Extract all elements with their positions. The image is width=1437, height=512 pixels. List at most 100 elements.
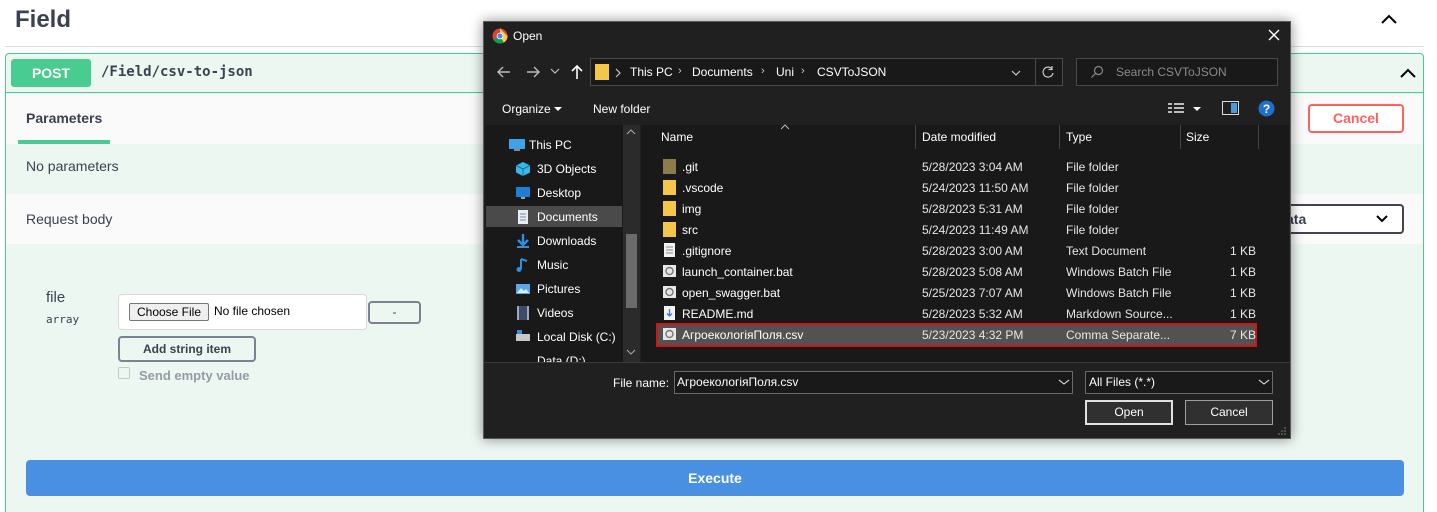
- music-icon: [516, 258, 528, 272]
- tree-item-3d-objects[interactable]: 3D Objects: [537, 162, 596, 176]
- batch-file-icon: [663, 265, 676, 277]
- file-date: 5/25/2023 7:07 AM: [922, 286, 1023, 300]
- tree-scroll-thumb[interactable]: [626, 234, 637, 308]
- chevron-up-icon[interactable]: [1378, 8, 1400, 30]
- file-date: 5/28/2023 5:32 AM: [922, 307, 1023, 321]
- choose-file-button[interactable]: Choose File: [129, 303, 209, 321]
- file-name[interactable]: README.md: [682, 307, 753, 321]
- file-name[interactable]: .git: [682, 160, 698, 174]
- tree-item-desktop[interactable]: Desktop: [537, 186, 581, 200]
- tree-item-music[interactable]: Music: [537, 258, 568, 272]
- file-size: 1 KB: [1230, 286, 1257, 300]
- scroll-down-icon[interactable]: [626, 348, 636, 356]
- chevron-up-icon[interactable]: [1397, 62, 1419, 84]
- desktop-icon: [516, 187, 530, 199]
- close-icon[interactable]: [1266, 27, 1282, 43]
- svg-text:?: ?: [1263, 102, 1270, 116]
- folder-icon: [595, 64, 609, 80]
- tree-item-this-pc[interactable]: This PC: [529, 138, 572, 152]
- section-title[interactable]: Field: [15, 6, 71, 34]
- chevron-down-icon[interactable]: [1258, 378, 1270, 386]
- file-type: Windows Batch File: [1066, 265, 1172, 279]
- help-icon[interactable]: ?: [1258, 100, 1275, 117]
- up-arrow-icon[interactable]: [568, 63, 586, 81]
- tree-item-videos[interactable]: Videos: [537, 306, 573, 320]
- forward-arrow-icon[interactable]: [524, 63, 542, 81]
- tab-underline: [18, 140, 110, 144]
- column-divider[interactable]: [1258, 125, 1259, 149]
- column-header-type[interactable]: Type: [1066, 130, 1092, 144]
- tree-item-local-disk[interactable]: Local Disk (C:): [537, 330, 616, 344]
- download-icon: [517, 234, 529, 248]
- file-name[interactable]: .vscode: [682, 181, 723, 195]
- picture-icon: [516, 284, 530, 294]
- file-date: 5/24/2023 11:50 AM: [922, 181, 1029, 195]
- recent-dropdown-icon[interactable]: [549, 66, 561, 76]
- preview-pane-icon[interactable]: [1222, 101, 1239, 115]
- file-name[interactable]: launch_container.bat: [682, 265, 793, 279]
- resize-grip-icon[interactable]: [1277, 426, 1287, 436]
- file-name[interactable]: .gitignore: [682, 244, 731, 258]
- scroll-up-icon[interactable]: [626, 128, 636, 136]
- batch-file-icon: [663, 286, 676, 298]
- param-type: array: [46, 313, 80, 326]
- file-date: 5/28/2023 3:00 AM: [922, 244, 1023, 258]
- column-header-date[interactable]: Date modified: [922, 130, 996, 144]
- tab-parameters[interactable]: Parameters: [26, 110, 102, 126]
- file-type: Text Document: [1066, 244, 1147, 258]
- file-type: File folder: [1066, 223, 1119, 237]
- file-type: File folder: [1066, 181, 1119, 195]
- open-button[interactable]: Open: [1085, 400, 1173, 425]
- document-icon: [518, 210, 528, 224]
- send-empty-checkbox[interactable]: [118, 367, 130, 379]
- dialog-cancel-button[interactable]: Cancel: [1185, 400, 1273, 425]
- breadcrumb-this-pc[interactable]: This PC: [630, 65, 673, 79]
- file-type-filter[interactable]: All Files (*.*): [1085, 371, 1273, 394]
- breadcrumb-csvtojson[interactable]: CSVToJSON: [817, 65, 886, 79]
- column-header-name[interactable]: Name: [661, 130, 693, 144]
- breadcrumb-uni[interactable]: Uni: [776, 65, 794, 79]
- column-divider[interactable]: [915, 125, 916, 149]
- param-name: file: [46, 289, 66, 306]
- dialog-title: Open: [513, 29, 543, 43]
- file-type: Comma Separate...: [1066, 328, 1171, 342]
- back-arrow-icon[interactable]: [495, 63, 513, 81]
- file-status: No file chosen: [214, 304, 291, 318]
- breadcrumb-documents[interactable]: Documents: [692, 65, 753, 79]
- cancel-button[interactable]: Cancel: [1308, 104, 1404, 133]
- view-options-icon[interactable]: [1167, 101, 1185, 115]
- file-name-input[interactable]: АгроекологіяПоля.csv: [674, 371, 1073, 394]
- no-parameters-text: No parameters: [26, 158, 119, 174]
- request-body-label: Request body: [26, 211, 113, 227]
- chevron-down-icon[interactable]: [1192, 105, 1202, 113]
- content-type-select[interactable]: ata: [1272, 204, 1404, 234]
- chevron-down-icon: [554, 107, 562, 111]
- add-string-item-button[interactable]: Add string item: [118, 336, 256, 362]
- file-name[interactable]: src: [682, 223, 698, 237]
- file-name-selected[interactable]: АгроекологіяПоля.csv: [682, 328, 803, 342]
- breadcrumb-separator: ›: [761, 65, 765, 77]
- file-name[interactable]: open_swagger.bat: [682, 286, 780, 300]
- file-date: 5/28/2023 3:04 AM: [922, 160, 1023, 174]
- breadcrumb-separator: ›: [801, 65, 805, 77]
- column-divider[interactable]: [1059, 125, 1060, 149]
- tree-item-data-drive[interactable]: Data (D:): [537, 354, 586, 362]
- tree-overflow: Data (D:): [486, 350, 623, 362]
- chevron-down-icon[interactable]: [1010, 68, 1022, 78]
- file-name[interactable]: img: [682, 202, 701, 216]
- chevron-down-icon[interactable]: [1058, 378, 1070, 386]
- new-folder-button[interactable]: New folder: [593, 102, 650, 116]
- column-divider[interactable]: [1180, 125, 1181, 149]
- method-badge: POST: [11, 59, 91, 87]
- file-type: File folder: [1066, 202, 1119, 216]
- chevron-right-icon: [615, 68, 621, 78]
- execute-button[interactable]: Execute: [26, 460, 1404, 496]
- column-header-size[interactable]: Size: [1186, 130, 1209, 144]
- tree-item-pictures[interactable]: Pictures: [537, 282, 580, 296]
- tree-item-downloads[interactable]: Downloads: [537, 234, 596, 248]
- remove-item-button[interactable]: -: [368, 301, 421, 324]
- organize-menu[interactable]: Organize: [502, 102, 551, 116]
- file-size: 1 KB: [1230, 307, 1257, 321]
- file-date: 5/28/2023 5:08 AM: [922, 265, 1023, 279]
- tree-item-documents[interactable]: Documents: [537, 210, 598, 224]
